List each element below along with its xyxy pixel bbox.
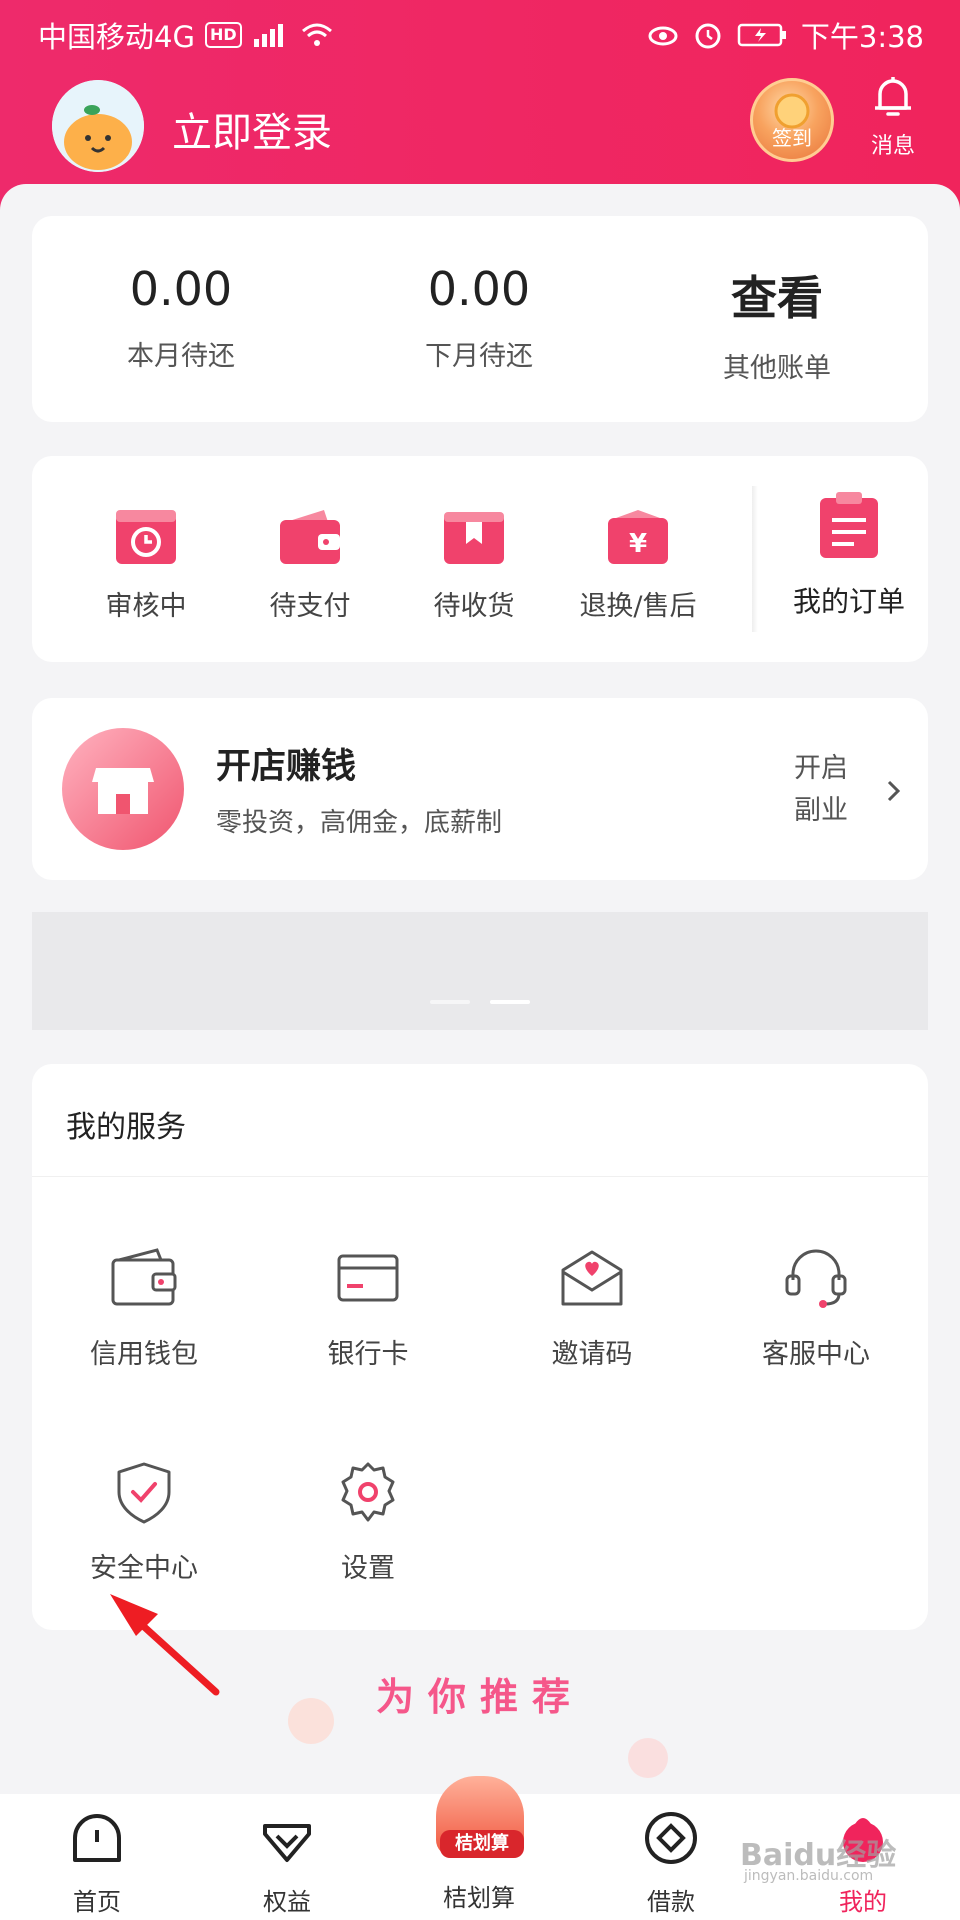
carrier-text: 中国移动4G — [38, 20, 195, 54]
tab-benefits[interactable]: 权益 — [222, 1808, 352, 1917]
eye-icon — [648, 26, 678, 46]
bill-card: 0.00 本月待还 0.00 下月待还 查看 其他账单 — [32, 216, 928, 422]
home-icon — [73, 1814, 121, 1862]
order-shipping[interactable]: 待收货 — [392, 508, 556, 623]
signin-button[interactable]: 签到 — [750, 78, 834, 162]
chevron-right-icon — [887, 780, 901, 802]
shop-title: 开店赚钱 — [216, 747, 357, 787]
bill-label: 其他账单 — [723, 353, 831, 384]
order-reviewing[interactable]: 审核中 — [64, 508, 228, 623]
bank-card-icon — [337, 1254, 399, 1302]
order-label: 退换/售后 — [579, 591, 697, 622]
wifi-icon — [301, 23, 332, 46]
service-invite-code[interactable]: 邀请码 — [480, 1246, 704, 1371]
message-label: 消息 — [870, 134, 915, 159]
service-credit-wallet[interactable]: 信用钱包 — [32, 1246, 256, 1371]
signin-label: 签到 — [772, 126, 812, 150]
order-unpaid[interactable]: 待支付 — [228, 508, 392, 623]
my-orders-label: 我的订单 — [792, 585, 905, 618]
order-label: 待支付 — [269, 591, 351, 622]
svg-text:¥: ¥ — [629, 529, 647, 559]
clock-icon — [116, 510, 176, 564]
hd-badge: HD — [204, 22, 242, 48]
service-label: 客服中心 — [762, 1339, 870, 1370]
status-bar: 中国移动4G HD 下午3:38 — [0, 0, 960, 64]
target-icon — [645, 1812, 697, 1864]
order-label: 审核中 — [105, 591, 187, 622]
shop-side-line2: 副业 — [794, 795, 848, 826]
tab-home[interactable]: 首页 — [32, 1808, 162, 1917]
service-settings[interactable]: 设置 — [256, 1460, 480, 1585]
carousel-dot-active — [490, 1000, 530, 1004]
signal-icon — [253, 24, 283, 47]
order-label: 待收货 — [433, 591, 515, 622]
service-bank-card[interactable]: 银行卡 — [256, 1246, 480, 1371]
shield-check-icon — [117, 1462, 171, 1524]
shop-subtitle: 零投资，高佣金，底薪制 — [216, 808, 503, 838]
services-title: 我的服务 — [66, 1110, 186, 1145]
bill-value: 0.00 — [129, 262, 233, 316]
bill-next-month[interactable]: 0.00 下月待还 — [330, 262, 628, 373]
login-link[interactable]: 立即登录 — [172, 100, 332, 158]
open-shop-card[interactable]: 开店赚钱 零投资，高佣金，底薪制 开启 副业 — [32, 698, 928, 880]
yuan-return-icon: ¥ — [608, 510, 668, 564]
recommend-title: 为你推荐 — [375, 1675, 584, 1719]
bill-view-link: 查看 — [731, 271, 823, 325]
bill-value: 0.00 — [427, 262, 531, 316]
services-card: 我的服务 信用钱包 银行卡 邀请码 客服中心 安全中心 设置 — [32, 1064, 928, 1630]
box-icon — [444, 512, 504, 564]
deals-tag: 桔划算 — [440, 1830, 524, 1858]
alarm-icon — [695, 23, 721, 49]
decoration — [628, 1738, 668, 1778]
gear-icon — [341, 1462, 395, 1522]
tab-label: 我的 — [839, 1888, 887, 1916]
service-label: 信用钱包 — [90, 1339, 198, 1370]
tab-label: 借款 — [647, 1888, 695, 1916]
wallet-icon — [280, 510, 340, 564]
battery-icon — [737, 23, 786, 47]
order-after-sales[interactable]: ¥ 退换/售后 — [556, 508, 720, 623]
orange-mascot-icon — [52, 80, 144, 172]
order-list-icon — [820, 492, 878, 558]
service-label: 邀请码 — [551, 1339, 633, 1370]
headset-icon — [785, 1249, 847, 1308]
shop-side-line1: 开启 — [794, 753, 848, 784]
bill-label: 本月待还 — [127, 341, 235, 372]
service-security-center[interactable]: 安全中心 — [32, 1460, 256, 1585]
bell-icon — [875, 77, 911, 116]
orders-card: 审核中 待支付 待收货 ¥ 退换/售后 我的订单 — [32, 456, 928, 662]
carousel-dot — [430, 1000, 470, 1004]
bill-this-month[interactable]: 0.00 本月待还 — [32, 262, 330, 373]
wallet-icon — [111, 1248, 177, 1306]
divider — [752, 486, 758, 632]
tab-label: 桔划算 — [443, 1884, 515, 1912]
tab-loan[interactable]: 借款 — [606, 1808, 736, 1917]
avatar[interactable] — [52, 80, 144, 172]
shop-icon — [62, 728, 184, 850]
envelope-heart-icon — [561, 1250, 623, 1306]
heart-badge-icon — [263, 1824, 311, 1862]
bill-other[interactable]: 查看 其他账单 — [628, 262, 926, 385]
banner-placeholder[interactable] — [32, 912, 928, 1030]
my-orders-button[interactable]: 我的订单 — [774, 492, 924, 620]
service-customer-center[interactable]: 客服中心 — [704, 1246, 928, 1371]
watermark-url: jingyan.baidu.com — [744, 1868, 874, 1884]
tab-label: 权益 — [263, 1888, 311, 1916]
divider — [32, 1176, 928, 1177]
bill-label: 下月待还 — [425, 341, 533, 372]
service-label: 设置 — [341, 1553, 395, 1584]
message-button[interactable]: 消息 — [862, 72, 924, 160]
tab-label: 首页 — [73, 1888, 121, 1916]
service-label: 银行卡 — [327, 1339, 409, 1370]
shop-side-text: 开启 副业 — [794, 748, 884, 832]
clock-time: 下午3:38 — [800, 20, 924, 54]
